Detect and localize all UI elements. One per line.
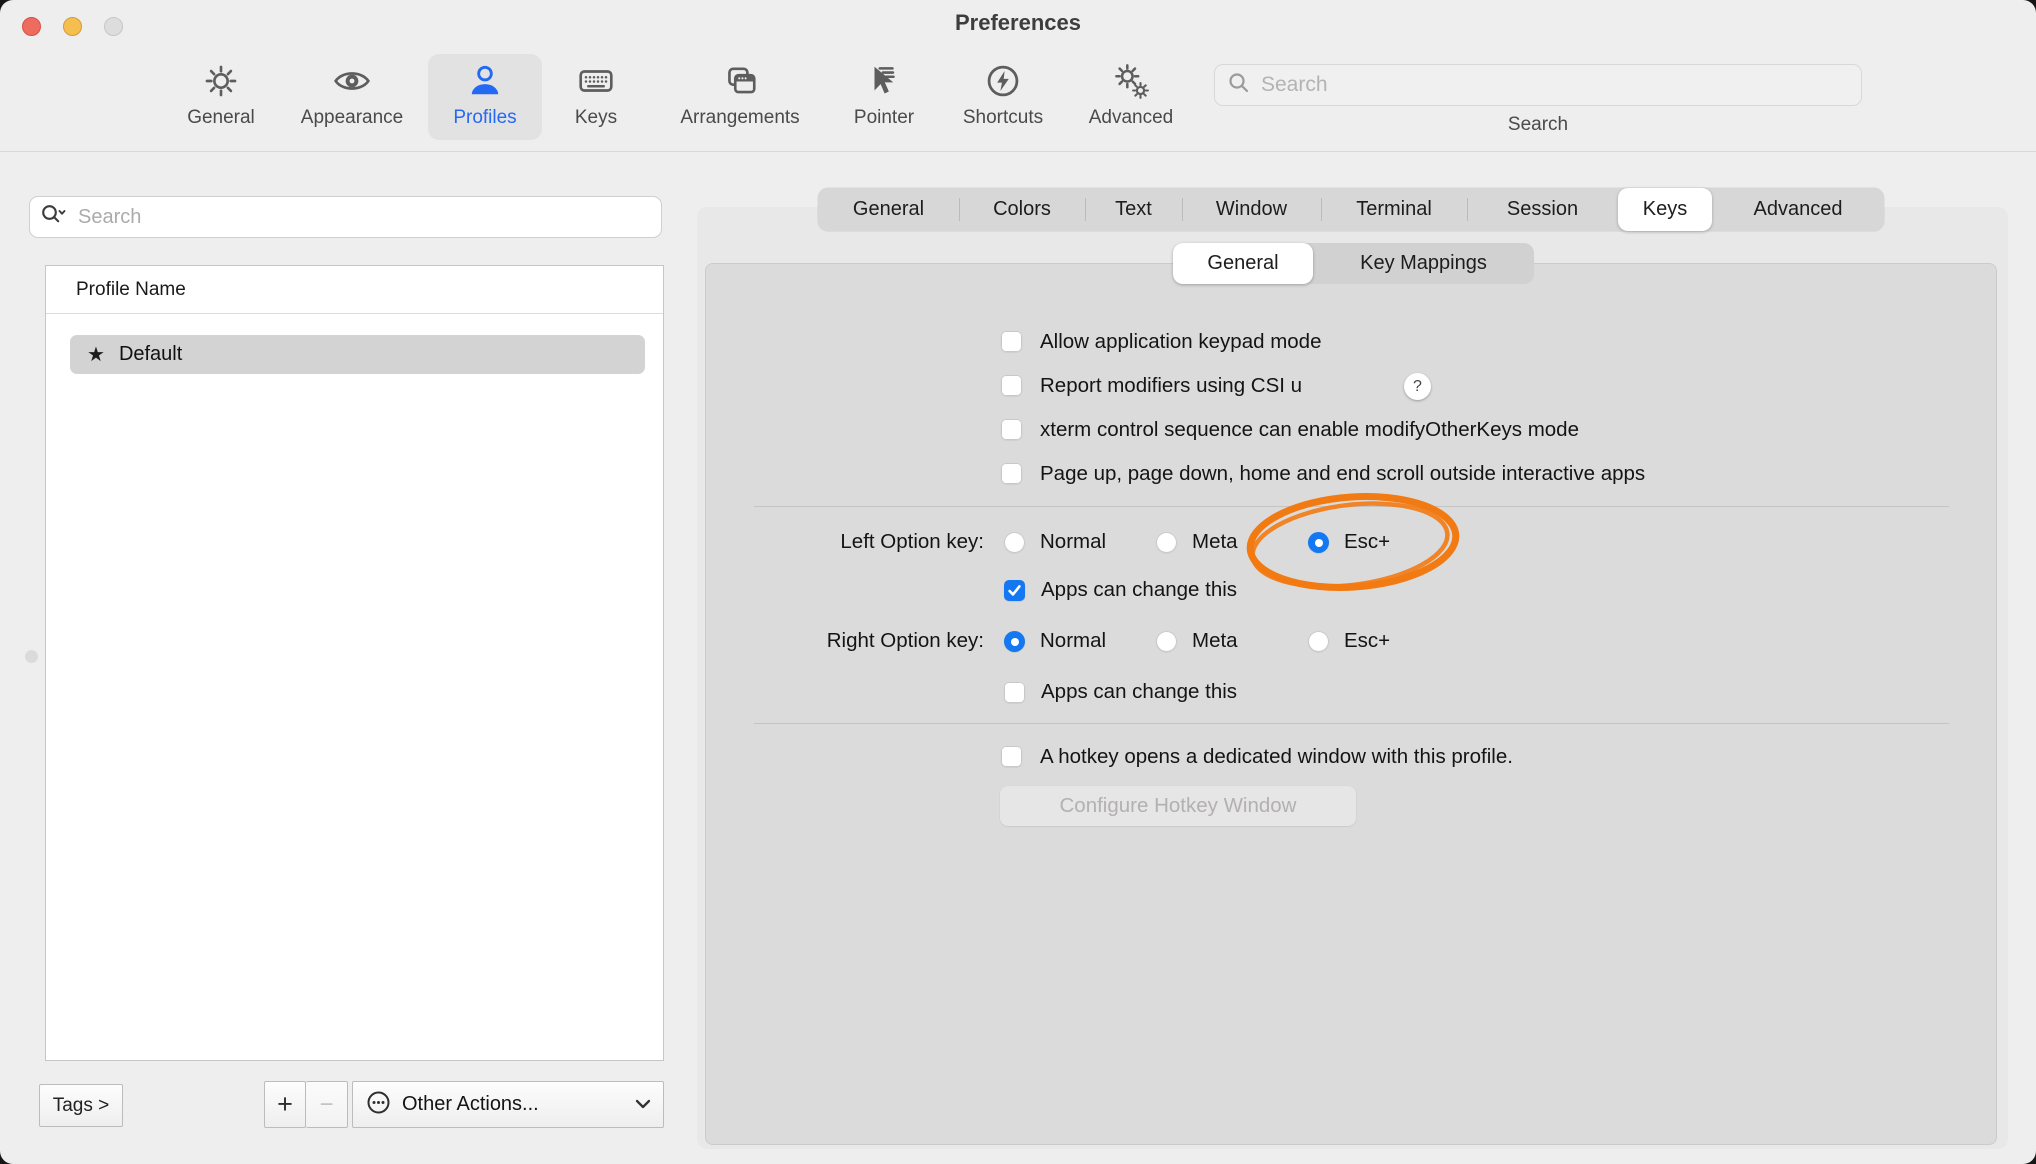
toolbar-label: Advanced [1061,107,1201,129]
preferences-window: Preferences General Appearance Profiles … [0,0,2036,1164]
search-icon [1227,71,1251,100]
tags-button[interactable]: Tags > [39,1084,123,1127]
chevron-down-icon [635,1096,651,1114]
gear-icon [151,56,291,106]
toolbar-search-field[interactable] [1214,64,1862,106]
toolbar-item-advanced[interactable]: Advanced [1061,56,1201,129]
toolbar-label: Appearance [282,107,422,129]
windows-stack-icon [670,56,810,106]
left-option-key-label: Left Option key: [697,528,984,556]
tab-session[interactable]: Session [1467,188,1618,231]
checkbox-label: Page up, page down, home and end scroll … [1040,460,1645,488]
checkbox-label: Apps can change this [1041,576,1237,604]
checkbox-csi-u[interactable] [1001,375,1022,396]
checkbox-label: Report modifiers using CSI u [1040,372,1302,400]
gears-icon [1061,56,1201,106]
tab-general[interactable]: General [818,188,959,231]
checkbox-label: Apps can change this [1041,678,1237,706]
radio-right-normal[interactable] [1004,631,1025,652]
keys-general-pane [705,263,1997,1145]
configure-hotkey-window-button: Configure Hotkey Window [1000,786,1356,826]
radio-label: Meta [1192,627,1238,655]
subtab-general[interactable]: General [1173,243,1313,284]
checkbox-scroll-outside-apps[interactable] [1001,463,1022,484]
checkbox-keypad-mode[interactable] [1001,331,1022,352]
subtab-key-mappings[interactable]: Key Mappings [1313,243,1534,284]
toolbar-item-appearance[interactable]: Appearance [282,56,422,129]
toolbar-item-keys[interactable]: Keys [526,56,666,129]
checkbox-label: Allow application keypad mode [1040,328,1321,356]
toolbar-label: Keys [526,107,666,129]
section-divider [754,723,1949,724]
radio-left-meta[interactable] [1156,532,1177,553]
profile-name: Default [119,343,182,366]
profile-search-input[interactable] [76,205,651,230]
profile-tab-bar: General Colors Text Window Terminal Sess… [818,188,1884,231]
profile-add-remove-group: + − [264,1081,348,1128]
help-button[interactable]: ? [1404,373,1431,400]
eye-icon [282,56,422,106]
tab-text[interactable]: Text [1085,188,1182,231]
tab-keys[interactable]: Keys [1618,188,1712,231]
toolbar-label: Arrangements [670,107,810,129]
checkbox-left-apps-can-change[interactable] [1004,580,1025,601]
checkbox-label: A hotkey opens a dedicated window with t… [1040,743,1513,771]
annotation-circle [1238,488,1470,600]
toolbar-item-shortcuts[interactable]: Shortcuts [933,56,1073,129]
toolbar-item-arrangements[interactable]: Arrangements [670,56,810,129]
star-icon: ★ [87,342,105,367]
checkbox-label: xterm control sequence can enable modify… [1040,416,1579,444]
toolbar-search-input[interactable] [1259,72,1849,98]
list-header-divider [46,313,663,314]
right-option-key-label: Right Option key: [697,627,984,655]
profile-search-field[interactable] [29,196,662,238]
toolbar-search-label: Search [1438,114,1638,136]
profile-list-header: Profile Name [76,279,186,301]
splitter-handle[interactable] [25,650,38,663]
profile-row-default[interactable]: ★ Default [70,335,645,374]
tab-advanced[interactable]: Advanced [1712,188,1884,231]
scoped-search-icon [40,203,68,232]
radio-left-normal[interactable] [1004,532,1025,553]
ellipsis-circle-icon [365,1089,392,1121]
toolbar-separator [0,151,2036,152]
tab-terminal[interactable]: Terminal [1321,188,1467,231]
other-actions-dropdown[interactable]: Other Actions... [352,1081,664,1128]
add-profile-button[interactable]: + [264,1081,306,1128]
remove-profile-button: − [306,1081,348,1128]
radio-label: Normal [1040,528,1106,556]
tab-window[interactable]: Window [1182,188,1321,231]
toolbar-label: General [151,107,291,129]
toolbar-label: Shortcuts [933,107,1073,129]
profile-list: Profile Name ★ Default [45,265,664,1061]
window-title: Preferences [0,10,2036,36]
lightning-circle-icon [933,56,1073,106]
tab-colors[interactable]: Colors [959,188,1085,231]
radio-label: Meta [1192,528,1238,556]
radio-right-meta[interactable] [1156,631,1177,652]
radio-label: Esc+ [1344,627,1390,655]
keyboard-icon [526,56,666,106]
radio-label: Normal [1040,627,1106,655]
other-actions-label: Other Actions... [402,1093,539,1116]
radio-right-esc[interactable] [1308,631,1329,652]
checkbox-modify-other-keys[interactable] [1001,419,1022,440]
checkbox-hotkey-window[interactable] [1001,746,1022,767]
toolbar-item-general[interactable]: General [151,56,291,129]
keys-subtab-bar: General Key Mappings [1173,243,1534,284]
checkbox-right-apps-can-change[interactable] [1004,682,1025,703]
